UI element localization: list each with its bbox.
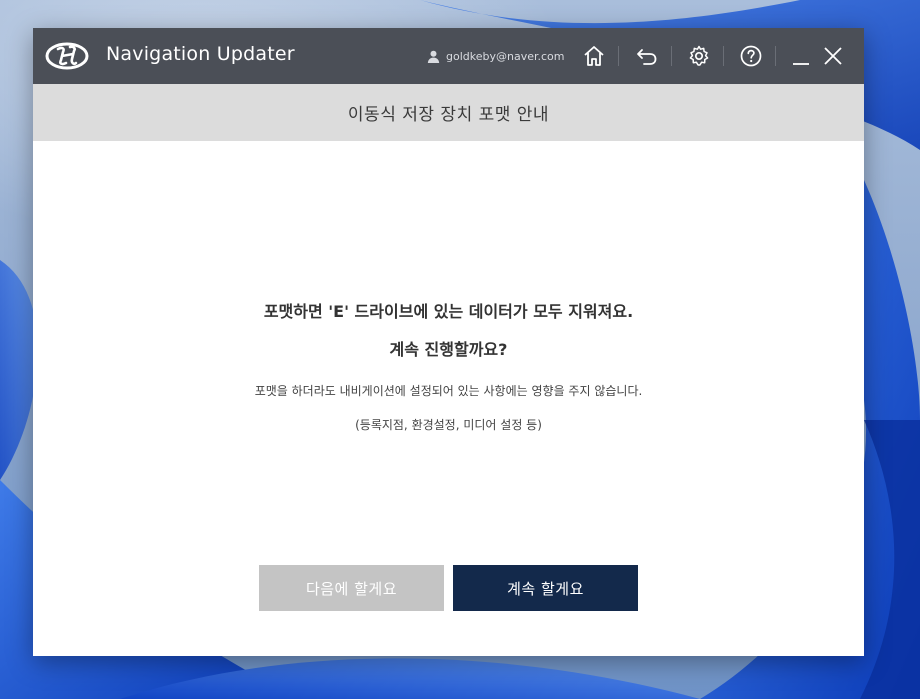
app-title: Navigation Updater: [106, 43, 295, 65]
continue-button[interactable]: 계속 할게요: [453, 565, 638, 611]
close-button[interactable]: [819, 42, 847, 70]
home-button[interactable]: [580, 42, 608, 70]
toolbar-separator: [723, 46, 724, 66]
format-note-examples: (등록지점, 환경설정, 미디어 설정 등): [355, 418, 542, 432]
title-bar[interactable]: Navigation Updater goldkeby@naver.com: [33, 28, 864, 84]
close-icon: [824, 47, 842, 65]
dialog-body: 포맷하면 'E' 드라이브에 있는 데이터가 모두 지워져요. 계속 진행할까요…: [33, 141, 864, 656]
user-email: goldkeby@naver.com: [446, 49, 565, 63]
toolbar-separator: [775, 46, 776, 66]
user-account[interactable]: goldkeby@naver.com: [427, 47, 564, 65]
home-icon: [584, 46, 604, 66]
dialog-title: 이동식 저장 장치 포맷 안내: [347, 105, 550, 125]
dialog-header: 이동식 저장 장치 포맷 안내: [33, 84, 864, 141]
toolbar-separator: [618, 46, 619, 66]
toolbar-separator: [671, 46, 672, 66]
help-button[interactable]: [737, 42, 765, 70]
settings-button[interactable]: [685, 42, 713, 70]
back-button[interactable]: [633, 42, 661, 70]
back-icon: [637, 49, 657, 65]
user-icon: [427, 50, 440, 63]
minimize-button[interactable]: [787, 42, 815, 70]
settings-icon: [689, 45, 709, 66]
later-button[interactable]: 다음에 할게요: [259, 565, 444, 611]
warning-message: 포맷하면 'E' 드라이브에 있는 데이터가 모두 지워져요.: [263, 302, 634, 321]
minimize-icon: [793, 63, 809, 65]
navigation-updater-window: Navigation Updater goldkeby@naver.com 이동…: [33, 28, 864, 656]
format-note: 포맷을 하더라도 내비게이션에 설정되어 있는 사항에는 영향을 주지 않습니다…: [254, 384, 643, 398]
help-icon: [740, 45, 762, 67]
hyundai-logo-icon: [45, 42, 89, 70]
confirm-question: 계속 진행할까요?: [389, 340, 508, 359]
